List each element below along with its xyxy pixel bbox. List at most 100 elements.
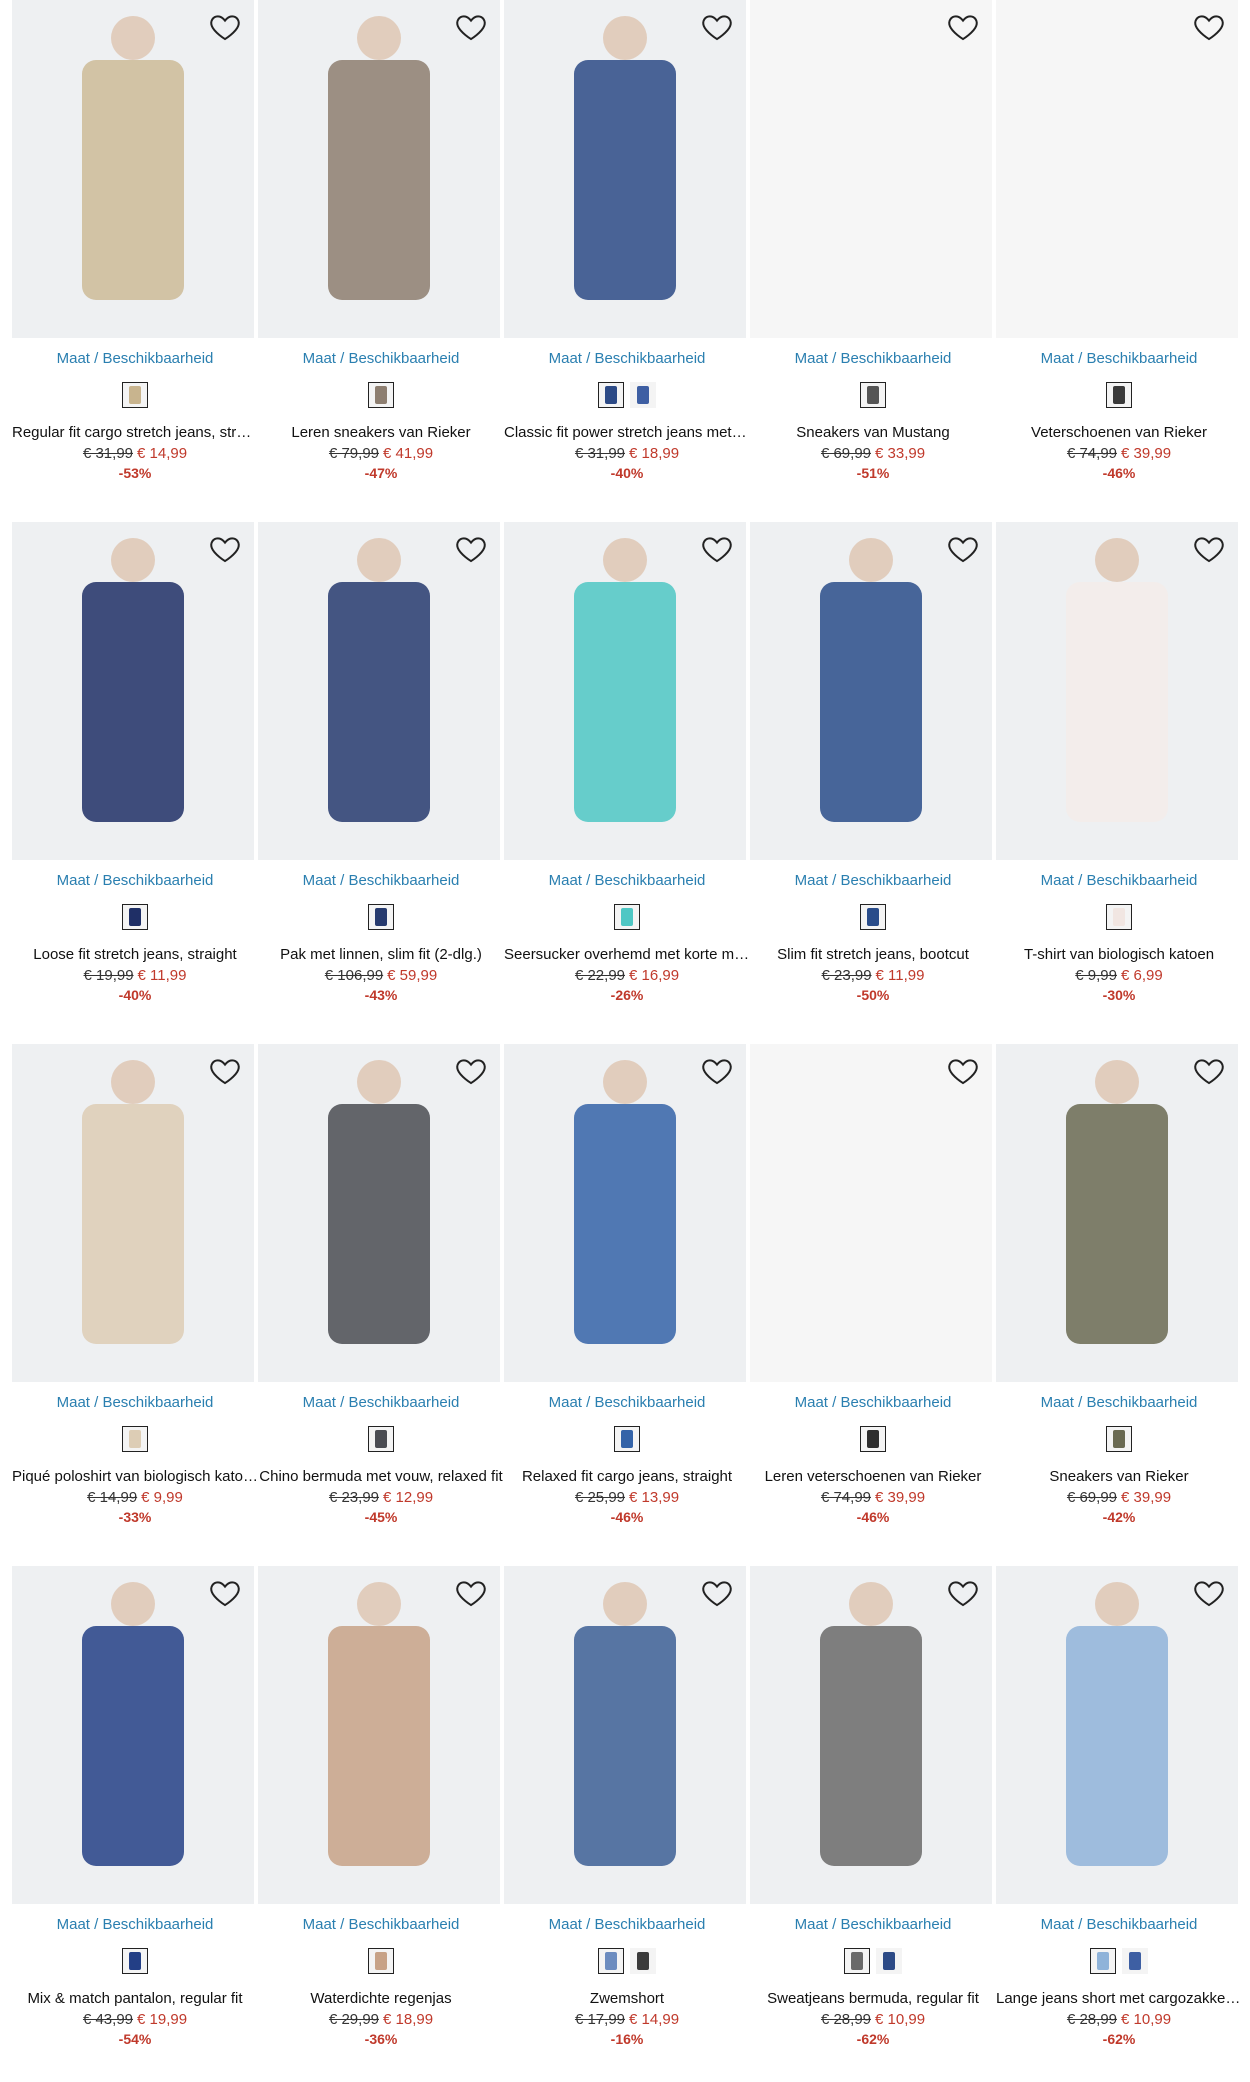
product-name[interactable]: Piqué poloshirt van biologisch katoen <box>12 1468 258 1485</box>
product-card[interactable]: Maat / Beschikbaarheid Piqué poloshirt v… <box>12 1044 258 1544</box>
wishlist-heart-icon[interactable] <box>700 1576 734 1610</box>
size-availability-link[interactable]: Maat / Beschikbaarheid <box>12 1916 258 1933</box>
wishlist-heart-icon[interactable] <box>946 10 980 44</box>
product-name[interactable]: Lange jeans short met cargozakken, regul… <box>996 1990 1242 2007</box>
product-image[interactable] <box>996 522 1238 860</box>
product-name[interactable]: Chino bermuda met vouw, relaxed fit <box>258 1468 504 1485</box>
product-image[interactable] <box>504 0 746 338</box>
color-swatch[interactable] <box>1106 904 1132 930</box>
size-availability-link[interactable]: Maat / Beschikbaarheid <box>12 1394 258 1411</box>
product-name[interactable]: Slim fit stretch jeans, bootcut <box>750 946 996 963</box>
product-name[interactable]: Waterdichte regenjas <box>258 1990 504 2007</box>
size-availability-link[interactable]: Maat / Beschikbaarheid <box>750 1916 996 1933</box>
product-card[interactable]: Maat / Beschikbaarheid Regular fit cargo… <box>12 0 258 500</box>
product-image[interactable] <box>504 522 746 860</box>
wishlist-heart-icon[interactable] <box>208 532 242 566</box>
product-card[interactable]: Maat / Beschikbaarheid Pak met linnen, s… <box>258 522 504 1022</box>
size-availability-link[interactable]: Maat / Beschikbaarheid <box>258 1916 504 1933</box>
product-card[interactable]: Maat / Beschikbaarheid Waterdichte regen… <box>258 1566 504 2066</box>
size-availability-link[interactable]: Maat / Beschikbaarheid <box>750 1394 996 1411</box>
size-availability-link[interactable]: Maat / Beschikbaarheid <box>504 1394 750 1411</box>
product-name[interactable]: Pak met linnen, slim fit (2-dlg.) <box>258 946 504 963</box>
size-availability-link[interactable]: Maat / Beschikbaarheid <box>996 350 1242 367</box>
size-availability-link[interactable]: Maat / Beschikbaarheid <box>258 350 504 367</box>
product-card[interactable]: Maat / Beschikbaarheid Relaxed fit cargo… <box>504 1044 750 1544</box>
size-availability-link[interactable]: Maat / Beschikbaarheid <box>258 1394 504 1411</box>
product-image[interactable] <box>12 522 254 860</box>
product-image[interactable] <box>12 1044 254 1382</box>
product-image[interactable] <box>996 1044 1238 1382</box>
product-name[interactable]: Leren veterschoenen van Rieker <box>750 1468 996 1485</box>
product-name[interactable]: Relaxed fit cargo jeans, straight <box>504 1468 750 1485</box>
product-card[interactable]: Maat / Beschikbaarheid Loose fit stretch… <box>12 522 258 1022</box>
wishlist-heart-icon[interactable] <box>946 1576 980 1610</box>
product-card[interactable]: Maat / Beschikbaarheid Leren sneakers va… <box>258 0 504 500</box>
color-swatch[interactable] <box>1106 1426 1132 1452</box>
product-name[interactable]: Sneakers van Mustang <box>750 424 996 441</box>
product-card[interactable]: Maat / Beschikbaarheid Veterschoenen van… <box>996 0 1242 500</box>
product-name[interactable]: Zwemshort <box>504 1990 750 2007</box>
wishlist-heart-icon[interactable] <box>946 1054 980 1088</box>
product-name[interactable]: Sneakers van Rieker <box>996 1468 1242 1485</box>
product-name[interactable]: Leren sneakers van Rieker <box>258 424 504 441</box>
color-swatch[interactable] <box>122 382 148 408</box>
color-swatch[interactable] <box>598 1948 624 1974</box>
wishlist-heart-icon[interactable] <box>1192 10 1226 44</box>
product-image[interactable] <box>12 1566 254 1904</box>
size-availability-link[interactable]: Maat / Beschikbaarheid <box>504 350 750 367</box>
product-card[interactable]: Maat / Beschikbaarheid Slim fit stretch … <box>750 522 996 1022</box>
size-availability-link[interactable]: Maat / Beschikbaarheid <box>12 350 258 367</box>
color-swatch[interactable] <box>368 904 394 930</box>
product-image[interactable] <box>504 1044 746 1382</box>
color-swatch[interactable] <box>598 382 624 408</box>
product-image[interactable] <box>750 522 992 860</box>
color-swatch[interactable] <box>368 1426 394 1452</box>
color-swatch[interactable] <box>630 382 656 408</box>
color-swatch[interactable] <box>630 1948 656 1974</box>
product-image[interactable] <box>258 1044 500 1382</box>
size-availability-link[interactable]: Maat / Beschikbaarheid <box>996 1394 1242 1411</box>
product-card[interactable]: Maat / Beschikbaarheid Seersucker overhe… <box>504 522 750 1022</box>
product-image[interactable] <box>258 1566 500 1904</box>
size-availability-link[interactable]: Maat / Beschikbaarheid <box>258 872 504 889</box>
size-availability-link[interactable]: Maat / Beschikbaarheid <box>750 872 996 889</box>
wishlist-heart-icon[interactable] <box>454 10 488 44</box>
product-card[interactable]: Maat / Beschikbaarheid Leren veterschoen… <box>750 1044 996 1544</box>
size-availability-link[interactable]: Maat / Beschikbaarheid <box>996 872 1242 889</box>
product-name[interactable]: Loose fit stretch jeans, straight <box>12 946 258 963</box>
product-image[interactable] <box>12 0 254 338</box>
color-swatch[interactable] <box>122 1426 148 1452</box>
wishlist-heart-icon[interactable] <box>208 1576 242 1610</box>
wishlist-heart-icon[interactable] <box>454 1054 488 1088</box>
product-card[interactable]: Maat / Beschikbaarheid Sweatjeans bermud… <box>750 1566 996 2066</box>
product-image[interactable] <box>750 0 992 338</box>
product-name[interactable]: Mix & match pantalon, regular fit <box>12 1990 258 2007</box>
wishlist-heart-icon[interactable] <box>454 1576 488 1610</box>
wishlist-heart-icon[interactable] <box>208 1054 242 1088</box>
color-swatch[interactable] <box>844 1948 870 1974</box>
product-name[interactable]: Seersucker overhemd met korte mouw <box>504 946 750 963</box>
product-card[interactable]: Maat / Beschikbaarheid Chino bermuda met… <box>258 1044 504 1544</box>
product-card[interactable]: Maat / Beschikbaarheid Classic fit power… <box>504 0 750 500</box>
product-image[interactable] <box>504 1566 746 1904</box>
color-swatch[interactable] <box>860 904 886 930</box>
product-image[interactable] <box>996 0 1238 338</box>
wishlist-heart-icon[interactable] <box>1192 532 1226 566</box>
wishlist-heart-icon[interactable] <box>946 532 980 566</box>
color-swatch[interactable] <box>614 1426 640 1452</box>
wishlist-heart-icon[interactable] <box>1192 1576 1226 1610</box>
product-name[interactable]: Sweatjeans bermuda, regular fit <box>750 1990 996 2007</box>
product-image[interactable] <box>258 0 500 338</box>
color-swatch[interactable] <box>368 382 394 408</box>
product-image[interactable] <box>996 1566 1238 1904</box>
product-card[interactable]: Maat / Beschikbaarheid T-shirt van biolo… <box>996 522 1242 1022</box>
size-availability-link[interactable]: Maat / Beschikbaarheid <box>504 872 750 889</box>
color-swatch[interactable] <box>368 1948 394 1974</box>
product-card[interactable]: Maat / Beschikbaarheid Sneakers van Must… <box>750 0 996 500</box>
product-image[interactable] <box>750 1566 992 1904</box>
product-card[interactable]: Maat / Beschikbaarheid Sneakers van Riek… <box>996 1044 1242 1544</box>
product-name[interactable]: Regular fit cargo stretch jeans, straigh… <box>12 424 258 441</box>
color-swatch[interactable] <box>1122 1948 1148 1974</box>
wishlist-heart-icon[interactable] <box>700 10 734 44</box>
wishlist-heart-icon[interactable] <box>700 1054 734 1088</box>
